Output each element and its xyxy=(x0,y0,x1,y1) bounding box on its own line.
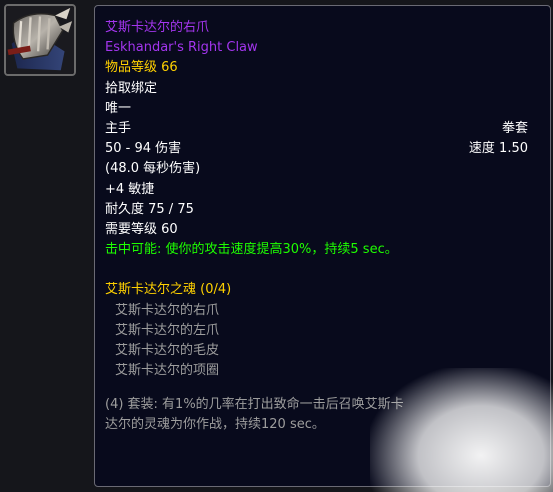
game-screen: 艾斯卡达尔的右爪 Eskhandar's Right Claw 物品等级 66 … xyxy=(0,0,553,492)
unique-text: 唯一 xyxy=(105,100,132,116)
weapon-type-text: 拳套 xyxy=(501,120,528,136)
set-piece-3: 艾斯卡达尔的毛皮 xyxy=(115,343,220,358)
slot-row: 主手 拳套 xyxy=(105,119,528,139)
slot-text: 主手 xyxy=(105,120,132,136)
set-piece-2: 艾斯卡达尔的左爪 xyxy=(115,322,220,338)
speed-text: 速度 1.50 xyxy=(468,141,528,157)
claw-weapon-icon[interactable] xyxy=(4,4,76,76)
set-piece-4: 艾斯卡达尔的项圈 xyxy=(115,363,220,379)
damage-row: 50 - 94 伤害 速度 1.50 xyxy=(105,139,528,159)
required-level-text: 需要等级 60 xyxy=(105,221,178,237)
item-level: 物品等级 66 xyxy=(105,60,178,76)
dps-text: (48.0 每秒伤害) xyxy=(105,161,201,177)
on-hit-effect: 击中可能: 使你的攻击速度提高30%，持续5 sec。 xyxy=(105,242,398,258)
stat-text: +4 敏捷 xyxy=(105,181,155,197)
set-piece-1: 艾斯卡达尔的右爪 xyxy=(115,302,220,318)
set-bonus-text: (4) 套装: 有1%的几率在打出致命一击后召唤艾斯卡达尔的灵魂为你作战，持续1… xyxy=(105,397,404,433)
set-title: 艾斯卡达尔之魂 (0/4) xyxy=(105,282,232,298)
durability-text: 耐久度 75 / 75 xyxy=(105,201,194,217)
item-name-cn: 艾斯卡达尔的右爪 xyxy=(105,20,210,35)
damage-text: 50 - 94 伤害 xyxy=(105,141,182,157)
binding-text: 拾取绑定 xyxy=(105,80,158,96)
item-name-en: Eskhandar's Right Claw xyxy=(105,40,258,56)
claw-weapon-icon-art xyxy=(6,6,74,74)
item-tooltip: 艾斯卡达尔的右爪 Eskhandar's Right Claw 物品等级 66 … xyxy=(94,5,551,487)
